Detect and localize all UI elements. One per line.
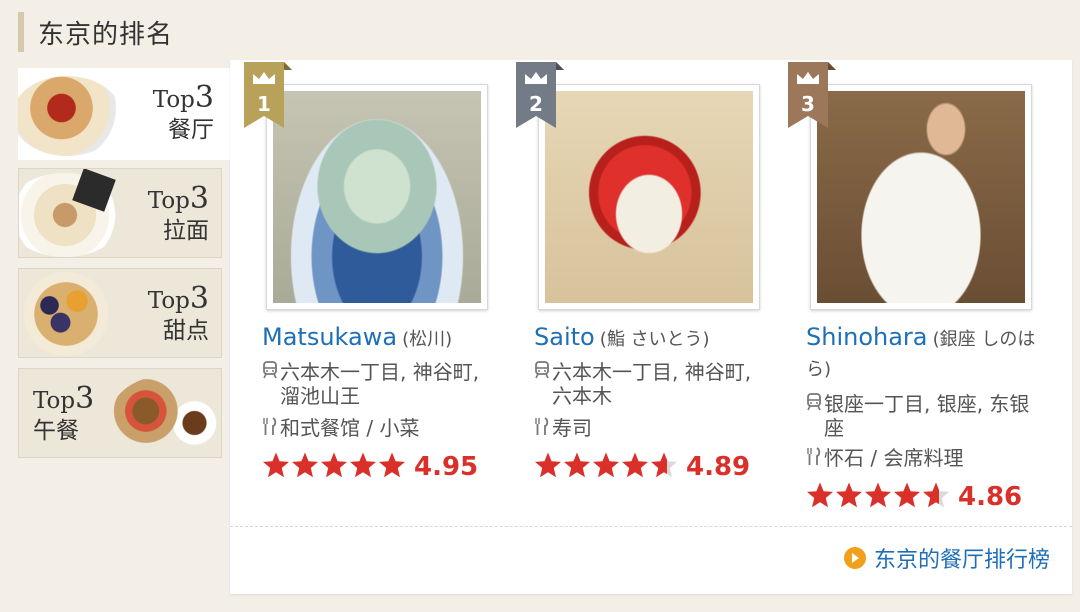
star-rating: [534, 451, 678, 483]
crown-icon: [797, 72, 819, 84]
station-text: 六本木一丁目, 神谷町, 六本木: [552, 360, 752, 408]
star-icon: [864, 481, 892, 513]
crown-icon: [525, 72, 547, 84]
tab-top-label: Top3: [147, 181, 209, 216]
star-icon: [378, 451, 406, 483]
tab-top-label: Top3: [152, 80, 214, 115]
star-icon: [262, 451, 290, 483]
station-text: 银座一丁目, 银座, 东银座: [824, 392, 1030, 440]
star-icon: [893, 481, 921, 513]
play-arrow-icon: [843, 547, 866, 569]
rating-score: 4.89: [686, 452, 751, 482]
station-info: 银座一丁目, 银座, 东银座: [806, 392, 1046, 440]
tab-desserts[interactable]: Top3 甜点: [18, 268, 222, 358]
star-icon: [835, 481, 863, 513]
star-icon: [563, 451, 591, 483]
section-title-text: 东京的排名: [38, 19, 174, 50]
tab-category-label: 午餐: [33, 418, 79, 444]
star-icon: [621, 451, 649, 483]
tab-ramen[interactable]: Top3 拉面: [18, 168, 222, 258]
restaurant-photo-frame[interactable]: [266, 84, 488, 310]
crown-icon: [253, 72, 275, 84]
tab-category-label: 餐厅: [168, 117, 214, 143]
rank-ribbon: 3: [788, 62, 836, 128]
cuisine-text: 寿司: [552, 416, 592, 440]
restaurant-photo: [817, 91, 1025, 303]
cuisine-info: 和式餐馆 / 小菜: [262, 416, 502, 443]
tab-restaurants[interactable]: Top3 餐厅: [18, 68, 232, 160]
panel-divider: [230, 526, 1072, 527]
star-icon: [806, 481, 834, 513]
star-rating: [806, 481, 950, 513]
rank-number: 2: [529, 92, 543, 116]
fork-knife-icon: [534, 416, 552, 443]
star-icon: [349, 451, 377, 483]
cuisine-info: 寿司: [534, 416, 774, 443]
rank-number: 3: [801, 92, 815, 116]
rank-number: 1: [257, 92, 271, 116]
rating-score: 4.95: [414, 452, 479, 482]
cuisine-text: 怀石 / 会席料理: [824, 446, 964, 470]
restaurant-card[interactable]: 3 Shinohara (銀座 しのはら) 银座一丁目, 银座, 东银座 怀石 …: [780, 60, 1040, 520]
fork-knife-icon: [806, 446, 824, 473]
star-icon: [291, 451, 319, 483]
restaurant-name-jp: (鮨 さいとう): [599, 329, 710, 350]
tab-lunch[interactable]: Top3 午餐: [18, 368, 222, 458]
rank-ribbon: 1: [244, 62, 292, 128]
star-rating: [262, 451, 406, 483]
rating-score: 4.86: [958, 482, 1023, 512]
lunch-thumb: [111, 375, 221, 455]
cuisine-info: 怀石 / 会席料理: [806, 446, 1046, 473]
cuisine-text: 和式餐馆 / 小菜: [280, 416, 420, 440]
ranking-list-link-text[interactable]: 东京的餐厅排行榜: [874, 542, 1050, 574]
train-icon: [262, 360, 280, 387]
star-icon: [592, 451, 620, 483]
tab-category-label: 甜点: [163, 318, 209, 344]
star-icon: [922, 481, 950, 513]
rank-ribbon: 2: [516, 62, 564, 128]
restaurant-photo-frame[interactable]: [810, 84, 1032, 310]
star-icon: [650, 451, 678, 483]
station-info: 六本木一丁目, 神谷町, 六本木: [534, 360, 774, 408]
rating: 4.89: [534, 450, 750, 484]
restaurant-card[interactable]: 2 Saito (鮨 さいとう) 六本木一丁目, 神谷町, 六本木 寿司 4.8…: [508, 60, 768, 520]
restaurant-photo-frame[interactable]: [538, 84, 760, 310]
rating: 4.95: [262, 450, 478, 484]
restaurant-name-link[interactable]: Saito: [534, 323, 595, 351]
star-icon: [320, 451, 348, 483]
rating: 4.86: [806, 480, 1022, 514]
restaurant-thumb: [18, 76, 122, 156]
station-info: 六本木一丁目, 神谷町, 溜池山王: [262, 360, 502, 408]
restaurant-name-link[interactable]: Matsukawa: [262, 323, 397, 351]
train-icon: [806, 392, 824, 419]
station-text: 六本木一丁目, 神谷町, 溜池山王: [280, 360, 480, 408]
restaurant-card[interactable]: 1 Matsukawa (松川) 六本木一丁目, 神谷町, 溜池山王 和式餐馆 …: [236, 60, 496, 520]
ranking-list-link[interactable]: 东京的餐厅排行榜: [843, 542, 1050, 574]
fork-knife-icon: [262, 416, 280, 443]
star-icon: [534, 451, 562, 483]
restaurant-name-jp: (松川): [402, 329, 453, 350]
train-icon: [534, 360, 552, 387]
tab-category-label: 拉面: [163, 218, 209, 244]
restaurant-photo: [545, 91, 753, 303]
restaurant-photo: [273, 91, 481, 303]
tab-top-label: Top3: [33, 381, 95, 416]
tab-top-label: Top3: [147, 281, 209, 316]
section-title: 东京的排名: [18, 12, 173, 52]
restaurant-name-link[interactable]: Shinohara: [806, 323, 928, 351]
ranking-panel: 1 Matsukawa (松川) 六本木一丁目, 神谷町, 溜池山王 和式餐馆 …: [230, 60, 1072, 594]
dessert-thumb: [19, 271, 121, 357]
